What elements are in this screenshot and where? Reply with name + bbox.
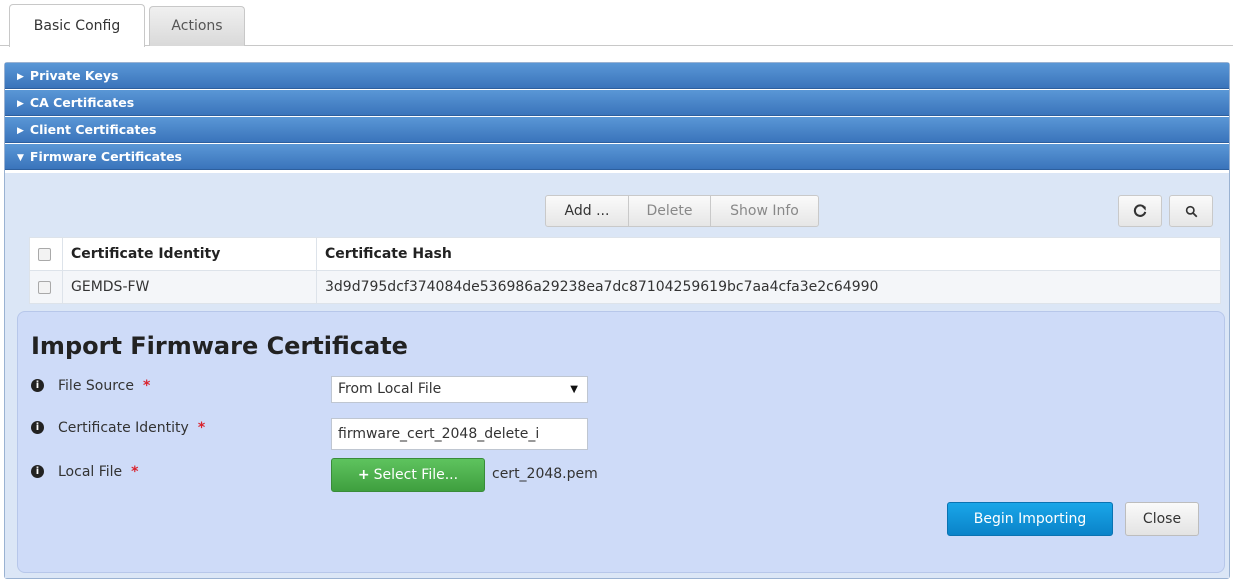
accordion-label: CA Certificates	[29, 95, 135, 110]
accordion-ca-certificates[interactable]: ▶ CA Certificates	[5, 90, 1229, 116]
tab-actions[interactable]: Actions	[149, 6, 245, 46]
required-marker: *	[131, 464, 139, 480]
cell-hash: 3d9d795dcf374084de536986a29238ea7dc87104…	[316, 270, 1221, 304]
info-icon[interactable]: i	[31, 420, 44, 434]
plus-icon: +	[357, 467, 370, 483]
row-checkbox[interactable]	[38, 280, 51, 294]
identity-label-group: i Certificate Identity *	[31, 420, 205, 436]
table-header-row: Certificate Identity Certificate Hash	[29, 237, 1221, 271]
file-source-label-group: i File Source *	[31, 378, 150, 394]
tab-bar: Basic Config Actions	[0, 0, 1233, 47]
file-source-value: From Local File	[338, 381, 442, 397]
column-header-identity[interactable]: Certificate Identity	[62, 237, 317, 271]
identity-label: Certificate Identity	[58, 420, 189, 436]
table-row[interactable]: GEMDS-FW 3d9d795dcf374084de536986a29238e…	[29, 270, 1221, 304]
search-icon	[1185, 205, 1197, 218]
begin-importing-button[interactable]: Begin Importing	[947, 502, 1113, 536]
select-file-button[interactable]: + Select File...	[331, 458, 485, 492]
select-all-cell	[29, 237, 63, 271]
certificates-panel: ▶ Private Keys ▶ CA Certificates ▶ Client C…	[4, 62, 1230, 579]
certificates-table: Certificate Identity Certificate Hash GE…	[29, 237, 1221, 304]
row-select-cell	[29, 270, 63, 304]
chevron-right-icon: ▶	[17, 99, 24, 109]
chevron-down-icon: ▼	[17, 153, 24, 163]
required-marker: *	[142, 378, 151, 394]
column-header-hash[interactable]: Certificate Hash	[316, 237, 1221, 271]
accordion-label: Client Certificates	[29, 122, 157, 137]
show-info-button[interactable]: Show Info	[710, 195, 819, 227]
search-button[interactable]	[1169, 195, 1213, 227]
caret-down-icon: ▼	[570, 384, 578, 395]
local-file-label-group: i Local File *	[31, 464, 139, 480]
select-all-checkbox[interactable]	[38, 247, 51, 261]
close-button[interactable]: Close	[1125, 502, 1199, 536]
accordion-label: Private Keys	[29, 68, 119, 83]
certificate-identity-input[interactable]	[331, 418, 588, 450]
add-button[interactable]: Add ...	[545, 195, 629, 227]
required-marker: *	[197, 420, 206, 436]
chevron-right-icon: ▶	[17, 126, 24, 136]
local-file-label: Local File	[58, 464, 123, 480]
import-firmware-certificate-panel: Import Firmware Certificate i File Source…	[17, 311, 1225, 573]
file-source-select[interactable]: From Local File ▼	[331, 376, 588, 403]
select-file-label: Select File...	[373, 467, 459, 483]
import-title: Import Firmware Certificate	[31, 332, 408, 360]
delete-button[interactable]: Delete	[628, 195, 711, 227]
info-icon[interactable]: i	[31, 464, 44, 478]
file-source-label: File Source	[58, 378, 134, 394]
refresh-button[interactable]	[1118, 195, 1162, 227]
firmware-certificates-content: Add ... Delete Show Info Certificate Ide…	[5, 173, 1229, 578]
chevron-right-icon: ▶	[17, 72, 24, 82]
refresh-icon	[1133, 204, 1147, 217]
info-icon[interactable]: i	[31, 378, 44, 392]
selected-file-name: cert_2048.pem	[492, 466, 598, 482]
accordion-firmware-certificates[interactable]: ▼ Firmware Certificates	[5, 144, 1229, 170]
accordion-client-certificates[interactable]: ▶ Client Certificates	[5, 117, 1229, 143]
accordion-label: Firmware Certificates	[29, 149, 182, 164]
cell-identity: GEMDS-FW	[62, 270, 317, 304]
tab-basic-config[interactable]: Basic Config	[9, 4, 145, 47]
accordion-private-keys[interactable]: ▶ Private Keys	[5, 63, 1229, 89]
